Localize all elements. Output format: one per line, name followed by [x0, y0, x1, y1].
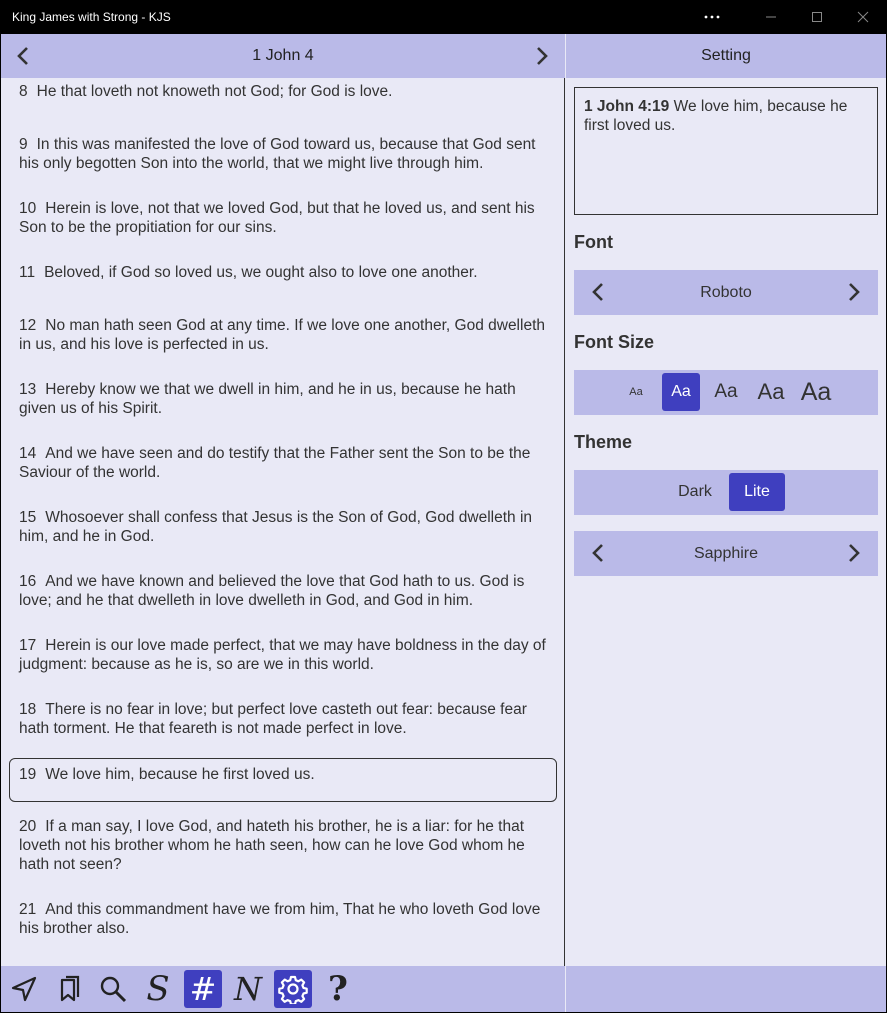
verse-number: 14 [19, 445, 37, 462]
strong-icon[interactable]: S [139, 969, 177, 1009]
verse-text: No man hath seen God at any time. If we … [19, 317, 545, 353]
verse-preview: 1 John 4:19 We love him, because he firs… [574, 87, 878, 215]
font-size-option-l[interactable]: Aa [752, 373, 790, 411]
font-size-option-m[interactable]: Aa [707, 373, 745, 411]
settings-footer [566, 966, 886, 1012]
verse-text: He that loveth not knoweth not God; for … [36, 83, 393, 100]
verse-number-icon[interactable]: # [184, 970, 222, 1008]
verse-number: 17 [19, 637, 37, 654]
bottom-toolbar: S # N ? [1, 966, 565, 1012]
bookmarks-icon[interactable] [50, 970, 88, 1008]
chapter-nav: 1 John 4 [1, 34, 565, 78]
verse-number: 21 [19, 901, 37, 918]
font-size-label: Font Size [574, 332, 654, 352]
settings-pane: Setting 1 John 4:19 We love him, because… [566, 34, 886, 1012]
verse-text: Beloved, if God so loved us, we ought al… [44, 264, 478, 281]
verse-text: Herein is our love made perfect, that we… [19, 637, 546, 673]
verse-number: 16 [19, 573, 37, 590]
verse-text: Herein is love, not that we loved God, b… [19, 200, 535, 236]
verse-number: 19 [19, 766, 37, 783]
next-scheme-icon[interactable] [842, 541, 866, 565]
maximize-icon[interactable] [794, 0, 840, 34]
verse-text: Hereby know we that we dwell in him, and… [19, 381, 516, 417]
verse-item[interactable]: 8 He that loveth not knoweth not God; for… [9, 78, 557, 108]
chapter-title[interactable]: 1 John 4 [252, 47, 313, 65]
minimize-icon[interactable] [748, 0, 794, 34]
navigate-icon[interactable] [5, 970, 43, 1008]
verse-text: There is no fear in love; but perfect lo… [19, 701, 527, 737]
theme-dark-button[interactable]: Dark [670, 473, 720, 511]
color-scheme-selector: Sapphire [574, 531, 878, 576]
verse-item[interactable]: 15 Whosoever shall confess that Jesus is … [9, 501, 557, 553]
notes-icon[interactable]: N [229, 970, 267, 1008]
color-scheme-value: Sapphire [693, 544, 759, 562]
settings-icon[interactable] [274, 970, 312, 1008]
verse-number: 15 [19, 509, 37, 526]
verse-item[interactable]: 21 And this commandment have we from him,… [9, 893, 557, 945]
settings-header: Setting [566, 34, 886, 78]
verse-number: 20 [19, 818, 37, 835]
font-size-option-s[interactable]: Aa [662, 373, 700, 411]
previous-scheme-icon[interactable] [586, 541, 610, 565]
window-title: King James with Strong - KJS [12, 10, 171, 24]
verse-item[interactable]: 20 If a man say, I love God, and hateth h… [9, 810, 557, 881]
verse-text: If a man say, I love God, and hateth his… [19, 818, 525, 873]
help-icon[interactable]: ? [319, 969, 357, 1009]
verse-item[interactable]: 17 Herein is our love made perfect, that … [9, 629, 557, 681]
verse-item[interactable]: 16 And we have known and believed the lov… [9, 565, 557, 617]
title-bar: King James with Strong - KJS [0, 0, 887, 34]
theme-lite-button[interactable]: Lite [729, 473, 785, 511]
next-font-icon[interactable] [842, 280, 866, 304]
theme-label: Theme [574, 432, 633, 452]
verse-number: 13 [19, 381, 37, 398]
theme-selector: Dark Lite [574, 470, 878, 515]
verse-item[interactable]: 12 No man hath seen God at any time. If w… [9, 309, 557, 361]
font-size-selector: Aa Aa Aa Aa Aa [574, 370, 878, 415]
verse-text: And we have known and believed the love … [19, 573, 525, 609]
reader-pane: 1 John 4 8 He that loveth not knoweth not… [1, 34, 565, 1012]
verse-list: 8 He that loveth not knoweth not God; for… [1, 78, 565, 966]
font-value: Roboto [700, 283, 752, 301]
verse-item-selected[interactable]: 19 We love him, because he first loved us… [9, 758, 557, 802]
font-size-option-xs[interactable]: Aa [617, 373, 655, 411]
verse-text: And we have seen and do testify that the… [19, 445, 531, 481]
verse-item[interactable]: 14 And we have seen and do testify that t… [9, 437, 557, 489]
next-chapter-icon[interactable] [530, 44, 554, 68]
verse-text: We love him, because he first loved us. [45, 766, 315, 783]
verse-number: 11 [19, 264, 36, 281]
more-options-icon[interactable] [689, 0, 735, 34]
app-body: 1 John 4 8 He that loveth not knoweth not… [1, 34, 886, 1012]
verse-item[interactable]: 10 Herein is love, not that we loved God,… [9, 192, 557, 244]
font-selector: Roboto [574, 270, 878, 315]
verse-item[interactable]: 11 Beloved, if God so loved us, we ought … [9, 256, 557, 289]
previous-chapter-icon[interactable] [11, 44, 35, 68]
verse-text: In this was manifested the love of God t… [19, 136, 536, 172]
font-label: Font [574, 232, 613, 252]
verse-number: 12 [19, 317, 37, 334]
verse-number: 10 [19, 200, 37, 217]
font-size-option-xl[interactable]: Aa [797, 373, 835, 411]
verse-item[interactable]: 13 Hereby know we that we dwell in him, a… [9, 373, 557, 425]
verse-number: 8 [19, 83, 28, 100]
search-icon[interactable] [94, 970, 132, 1008]
verse-text: Whosoever shall confess that Jesus is th… [19, 509, 533, 545]
close-icon[interactable] [840, 0, 886, 34]
verse-item[interactable]: 18 There is no fear in love; but perfect … [9, 693, 557, 745]
previous-font-icon[interactable] [586, 280, 610, 304]
verse-number: 18 [19, 701, 37, 718]
verse-text: And this commandment have we from him, T… [19, 901, 541, 937]
verse-number: 9 [19, 136, 28, 153]
verse-item[interactable]: 9 In this was manifested the love of God … [9, 128, 557, 180]
preview-reference: 1 John 4:19 [584, 98, 670, 115]
